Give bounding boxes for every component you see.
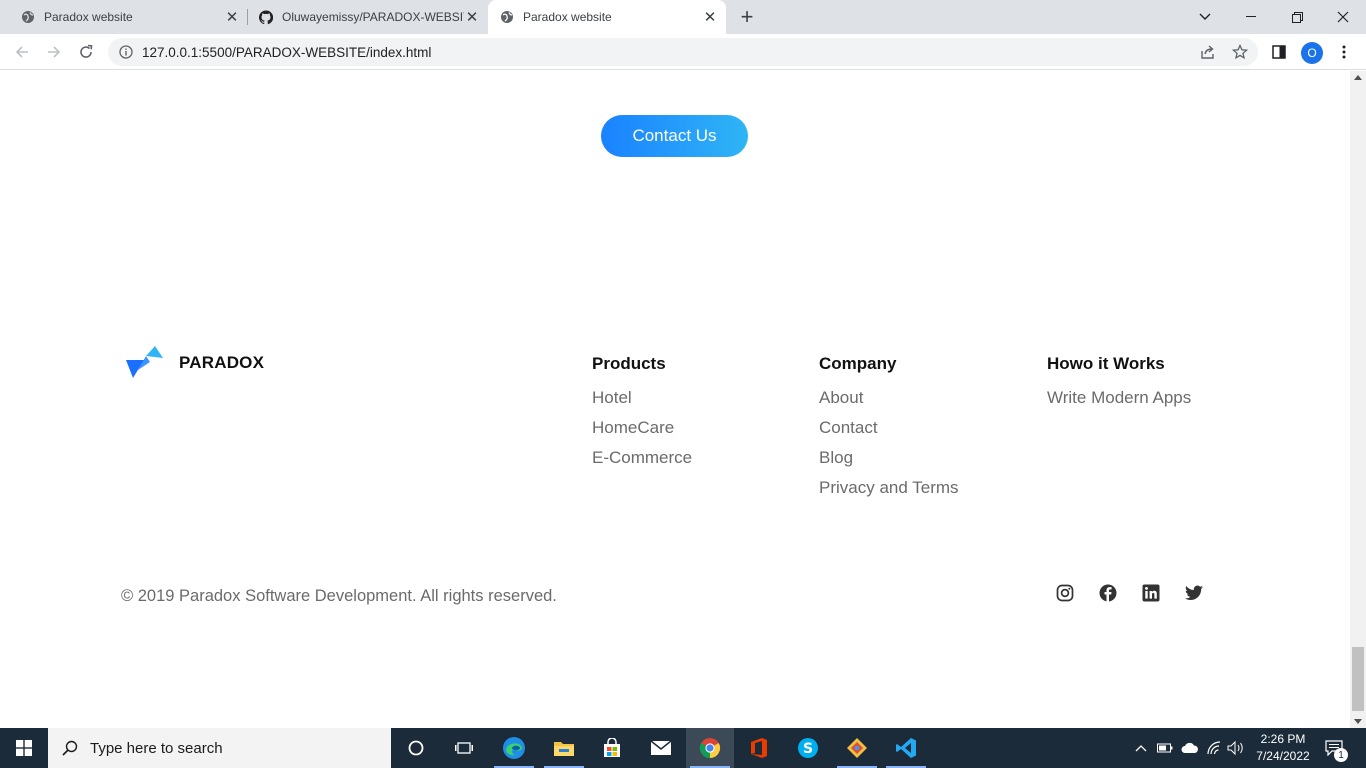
svg-text:S: S xyxy=(803,741,813,757)
tab-title: Paradox website xyxy=(523,10,612,24)
column-heading: Howo it Works xyxy=(1047,354,1165,373)
onedrive-sync-icon[interactable] xyxy=(1179,728,1201,768)
bookmark-star-icon[interactable] xyxy=(1228,40,1252,64)
windows-taskbar: Type here to search S 2:26 PM 7/24/2022 … xyxy=(0,728,1366,768)
tab-1[interactable]: Paradox website ✕ xyxy=(0,0,248,34)
browser-toolbar: 127.0.0.1:5500/PARADOX-WEBSITE/index.htm… xyxy=(0,34,1366,70)
vscode-icon[interactable] xyxy=(882,728,930,768)
tab-title: Oluwayemissy/PARADOX-WEBSITE xyxy=(282,10,464,24)
facebook-icon[interactable] xyxy=(1098,583,1118,603)
close-window-icon[interactable] xyxy=(1320,0,1366,34)
clock-date: 7/24/2022 xyxy=(1256,749,1310,763)
page-viewport: Contact Us PARADOX Products Hotel HomeCa… xyxy=(0,71,1350,728)
paradox-logo-icon xyxy=(126,346,163,378)
notification-center-icon[interactable]: 1 xyxy=(1322,728,1348,768)
taskbar-search-box[interactable]: Type here to search xyxy=(48,728,391,768)
restore-icon[interactable] xyxy=(1274,0,1320,34)
footer-link-blog[interactable]: Blog xyxy=(819,448,959,478)
footer-link-write-modern-apps[interactable]: Write Modern Apps xyxy=(1047,388,1191,418)
chrome-icon[interactable] xyxy=(686,728,734,768)
cortana-icon[interactable] xyxy=(392,728,440,768)
contact-us-button[interactable]: Contact Us xyxy=(601,115,748,157)
new-tab-icon[interactable]: + xyxy=(737,4,757,29)
footer-column-how-it-works: Howo it Works Write Modern Apps xyxy=(1047,354,1191,418)
column-heading: Company xyxy=(819,354,897,373)
scrollbar-thumb[interactable] xyxy=(1352,647,1364,711)
volume-icon[interactable] xyxy=(1226,728,1246,768)
skype-icon[interactable]: S xyxy=(784,728,832,768)
copyright-text: © 2019 Paradox Software Development. All… xyxy=(121,587,557,605)
page-scrollbar[interactable] xyxy=(1350,71,1366,728)
wifi-icon[interactable] xyxy=(1204,728,1224,768)
clock-time: 2:26 PM xyxy=(1260,732,1306,746)
tab-title: Paradox website xyxy=(44,10,133,24)
github-icon xyxy=(259,9,273,24)
globe-icon xyxy=(500,10,514,24)
menu-kebab-icon[interactable] xyxy=(1332,40,1356,64)
brand-name: PARADOX xyxy=(179,353,265,372)
column-heading: Products xyxy=(592,354,666,373)
linkedin-icon[interactable] xyxy=(1141,583,1161,603)
tab-2[interactable]: Oluwayemissy/PARADOX-WEBSITE ✕ xyxy=(248,0,488,34)
forward-arrow-icon[interactable] xyxy=(42,40,66,64)
browser-tab-strip: Paradox website ✕ Oluwayemissy/PARADOX-W… xyxy=(0,0,1366,34)
footer-link-contact[interactable]: Contact xyxy=(819,418,959,448)
footer-link-privacy[interactable]: Privacy and Terms xyxy=(819,478,959,508)
profile-avatar[interactable]: O xyxy=(1301,42,1323,64)
microsoft-store-icon[interactable] xyxy=(588,728,636,768)
windows-start-icon[interactable] xyxy=(0,728,48,768)
footer-link-about[interactable]: About xyxy=(819,388,959,418)
side-panel-icon[interactable] xyxy=(1267,40,1291,64)
instagram-icon[interactable] xyxy=(1055,583,1075,603)
globe-icon xyxy=(21,10,35,24)
minimize-icon[interactable] xyxy=(1228,0,1274,34)
show-hidden-icons-chevron-icon[interactable] xyxy=(1132,728,1150,768)
tab-search-chevron-icon[interactable] xyxy=(1182,0,1228,34)
site-info-icon[interactable] xyxy=(118,44,134,60)
scroll-up-arrow-icon[interactable] xyxy=(1354,75,1362,80)
file-explorer-icon[interactable] xyxy=(540,728,588,768)
search-placeholder: Type here to search xyxy=(90,739,223,757)
footer-link-hotel[interactable]: Hotel xyxy=(592,388,692,418)
address-bar[interactable]: 127.0.0.1:5500/PARADOX-WEBSITE/index.htm… xyxy=(108,38,1258,66)
search-icon xyxy=(62,740,78,756)
footer-column-company: Company About Contact Blog Privacy and T… xyxy=(819,354,959,508)
notification-count-badge: 1 xyxy=(1334,748,1348,762)
twitter-icon[interactable] xyxy=(1184,583,1204,603)
tab-close-icon[interactable]: ✕ xyxy=(702,9,718,26)
tab-close-icon[interactable]: ✕ xyxy=(464,9,480,26)
back-arrow-icon[interactable] xyxy=(10,40,34,64)
edge-icon[interactable] xyxy=(490,728,538,768)
mail-icon[interactable] xyxy=(637,728,685,768)
git-gui-icon[interactable] xyxy=(833,728,881,768)
footer-column-products: Products Hotel HomeCare E-Commerce xyxy=(592,354,692,478)
scroll-down-arrow-icon[interactable] xyxy=(1354,719,1362,724)
taskbar-clock[interactable]: 2:26 PM 7/24/2022 xyxy=(1248,731,1318,765)
url-text: 127.0.0.1:5500/PARADOX-WEBSITE/index.htm… xyxy=(142,44,432,60)
reload-icon[interactable] xyxy=(74,40,98,64)
footer-brand[interactable]: PARADOX xyxy=(124,346,264,380)
office-icon[interactable] xyxy=(735,728,783,768)
tab-close-icon[interactable]: ✕ xyxy=(224,9,240,26)
tab-3-active[interactable]: Paradox website ✕ xyxy=(488,0,726,34)
footer-link-homecare[interactable]: HomeCare xyxy=(592,418,692,448)
task-view-icon[interactable] xyxy=(440,728,488,768)
footer-link-ecommerce[interactable]: E-Commerce xyxy=(592,448,692,478)
share-icon[interactable] xyxy=(1196,40,1220,64)
battery-icon[interactable] xyxy=(1155,728,1175,768)
